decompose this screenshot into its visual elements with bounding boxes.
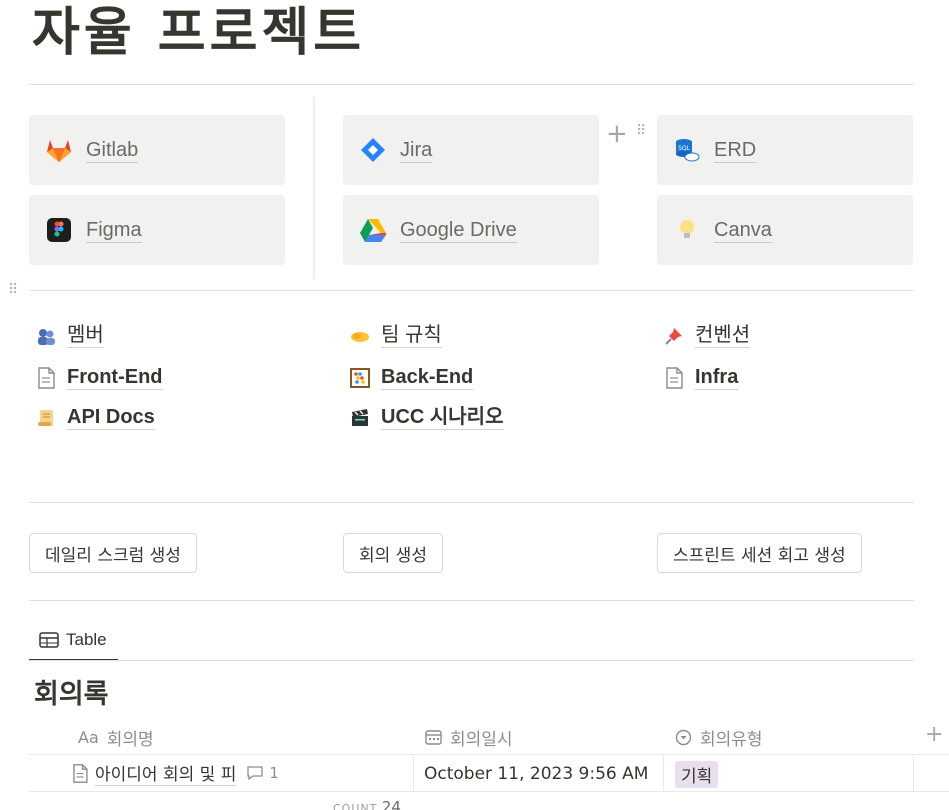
link-card-canva[interactable]: Canva bbox=[657, 195, 913, 265]
date-cell[interactable]: October 11, 2023 9:56 AM bbox=[424, 756, 648, 792]
page-link-label: UCC 시나리오 bbox=[381, 406, 504, 430]
gitlab-icon bbox=[45, 136, 73, 164]
clapperboard-icon bbox=[349, 407, 371, 429]
page-link-label: Back-End bbox=[381, 366, 474, 390]
google-drive-icon bbox=[359, 216, 387, 244]
cell-divider bbox=[663, 754, 664, 791]
link-label: Figma bbox=[86, 218, 142, 243]
jira-icon bbox=[359, 136, 387, 164]
page-link-label: 멤버 bbox=[67, 324, 104, 348]
text-property-icon: Aa bbox=[78, 727, 99, 747]
cell-divider bbox=[913, 754, 914, 791]
count-value: 24 bbox=[381, 798, 401, 810]
handshake-icon bbox=[349, 325, 371, 347]
abacus-icon bbox=[349, 367, 371, 389]
divider bbox=[29, 84, 914, 85]
link-card-erd[interactable]: SQL ERD bbox=[657, 115, 913, 185]
column-header-name[interactable]: Aa 회의명 bbox=[78, 720, 154, 754]
link-label: Gitlab bbox=[86, 138, 139, 163]
document-icon bbox=[35, 367, 57, 389]
figma-icon bbox=[45, 216, 73, 244]
column-header-type[interactable]: 회의유형 bbox=[675, 720, 763, 754]
count-label: COUNT bbox=[333, 802, 378, 810]
create-meeting-button[interactable]: 회의 생성 bbox=[343, 533, 443, 573]
drag-handle-icon[interactable]: ⠿ bbox=[8, 283, 18, 297]
link-card-google-drive[interactable]: Google Drive bbox=[343, 195, 599, 265]
sql-database-icon: SQL bbox=[673, 136, 701, 164]
link-card-gitlab[interactable]: Gitlab bbox=[29, 115, 285, 185]
document-icon bbox=[72, 763, 88, 783]
page-link-label: 컨벤션 bbox=[695, 324, 751, 348]
divider bbox=[29, 660, 914, 661]
add-property-icon[interactable]: + bbox=[925, 722, 943, 748]
sprint-retro-button[interactable]: 스프린트 세션 회고 생성 bbox=[657, 533, 862, 573]
page-title: 자율 프로젝트 bbox=[32, 3, 366, 63]
column-header-date[interactable]: 회의일시 bbox=[425, 720, 513, 754]
page-link-frontend[interactable]: Front-End bbox=[35, 364, 163, 392]
column-divider bbox=[313, 97, 315, 279]
select-icon bbox=[675, 729, 692, 746]
calendar-icon bbox=[425, 729, 442, 745]
table-row[interactable]: 아이디어 회의 및 피 1 bbox=[72, 755, 279, 791]
daily-scrum-button[interactable]: 데일리 스크럼 생성 bbox=[29, 533, 197, 573]
comment-indicator[interactable]: 1 bbox=[246, 764, 279, 782]
comment-count: 1 bbox=[269, 764, 279, 782]
table-icon bbox=[39, 631, 59, 648]
row-title[interactable]: 아이디어 회의 및 피 bbox=[95, 760, 237, 786]
page-link-api-docs[interactable]: API Docs bbox=[35, 404, 155, 432]
link-label: Google Drive bbox=[400, 218, 517, 243]
column-label: 회의유형 bbox=[700, 729, 763, 750]
link-card-figma[interactable]: Figma bbox=[29, 195, 285, 265]
people-icon bbox=[35, 325, 57, 347]
lightbulb-icon bbox=[673, 216, 701, 244]
pushpin-icon bbox=[663, 325, 685, 347]
tab-table-view[interactable]: Table bbox=[29, 620, 118, 661]
type-tag: 기획 bbox=[675, 760, 719, 788]
page-link-label: 팀 규칙 bbox=[381, 324, 442, 348]
tab-label: Table bbox=[66, 629, 107, 649]
page-link-backend[interactable]: Back-End bbox=[349, 364, 474, 392]
link-label: ERD bbox=[714, 138, 757, 163]
page-link-ucc-scenario[interactable]: UCC 시나리오 bbox=[349, 404, 504, 432]
page-link-label: Front-End bbox=[67, 366, 163, 390]
link-label: Jira bbox=[400, 138, 433, 163]
divider bbox=[29, 502, 914, 503]
divider bbox=[29, 290, 914, 291]
link-card-jira[interactable]: Jira bbox=[343, 115, 599, 185]
count-footer: COUNT 24 bbox=[333, 798, 401, 810]
document-icon bbox=[663, 367, 685, 389]
page-link-label: Infra bbox=[695, 366, 739, 390]
column-label: 회의일시 bbox=[450, 729, 513, 750]
add-block-icon[interactable]: + bbox=[606, 121, 628, 147]
drag-handle-icon[interactable]: ⠿ bbox=[636, 124, 646, 138]
page-link-infra[interactable]: Infra bbox=[663, 364, 739, 392]
column-label: 회의명 bbox=[106, 729, 154, 750]
database-title: 회의록 bbox=[34, 679, 109, 710]
page-link-team-rules[interactable]: 팀 규칙 bbox=[349, 322, 442, 350]
comment-icon bbox=[246, 765, 264, 781]
page-link-members[interactable]: 멤버 bbox=[35, 322, 104, 350]
scroll-icon bbox=[35, 407, 57, 429]
cell-divider bbox=[413, 754, 414, 791]
page-link-convention[interactable]: 컨벤션 bbox=[663, 322, 751, 350]
divider bbox=[29, 600, 914, 601]
svg-text:SQL: SQL bbox=[678, 145, 691, 152]
type-cell[interactable]: 기획 bbox=[675, 756, 719, 792]
page-link-label: API Docs bbox=[67, 406, 155, 430]
link-label: Canva bbox=[714, 218, 772, 243]
